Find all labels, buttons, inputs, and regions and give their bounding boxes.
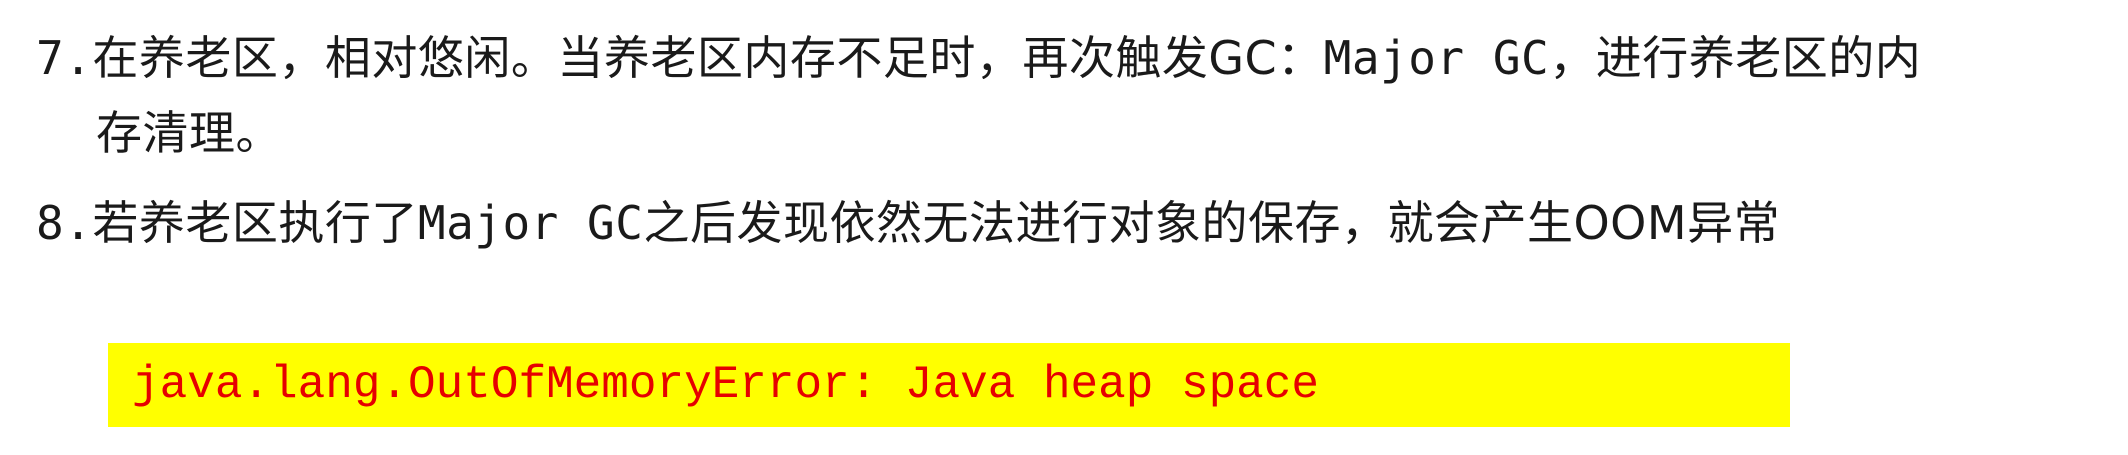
item-text: ，进行养老区的内	[1549, 31, 1922, 85]
list-item-7: 7.在养老区，相对悠闲。当养老区内存不足时，再次触发GC：Major GC，进行…	[36, 28, 1921, 88]
list-item-8: 8.若养老区执行了Major GC之后发现依然无法进行对象的保存，就会产生OOM…	[36, 193, 1780, 253]
error-code-block: java.lang.OutOfMemoryError: Java heap sp…	[108, 343, 1790, 427]
item-text: 之后发现依然无法进行对象的保存，就会产生	[643, 196, 1574, 250]
item-number: 7.	[36, 31, 93, 85]
item-text: GC：	[1208, 31, 1324, 85]
item-text: OOM	[1573, 196, 1688, 250]
item-text: 若养老区执行了	[92, 196, 418, 250]
item-text: 存清理。	[96, 106, 282, 160]
error-code-text: java.lang.OutOfMemoryError: Java heap sp…	[132, 359, 1319, 411]
item-code: Major GC	[1323, 31, 1550, 85]
item-number: 8.	[36, 196, 93, 250]
item-code: Major GC	[417, 196, 644, 250]
item-text: 在养老区，相对悠闲。当养老区内存不足时，再次触发	[92, 31, 1209, 85]
item-text: 异常	[1687, 196, 1781, 250]
list-item-7-continuation: 存清理。	[96, 103, 282, 163]
